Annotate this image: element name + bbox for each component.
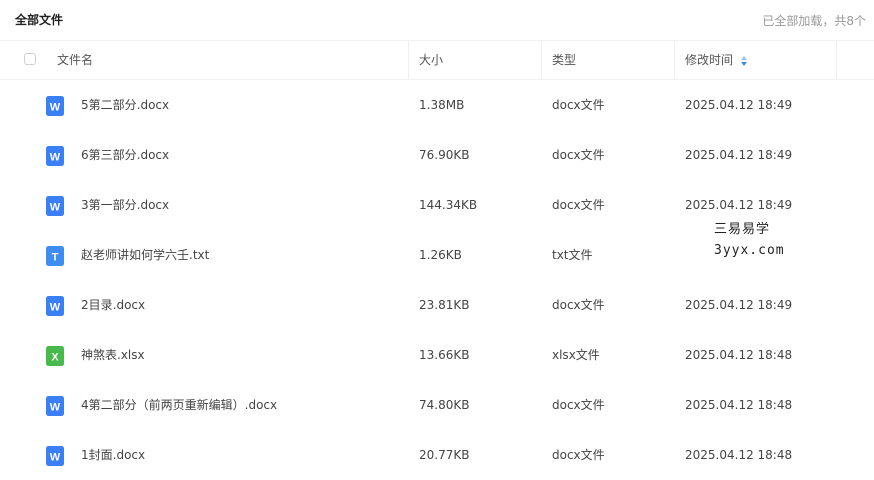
file-row[interactable]: W 2目录.docx 23.81KB docx文件 2025.04.12 18:… bbox=[0, 280, 874, 330]
file-size: 76.90KB bbox=[419, 148, 470, 162]
column-divider[interactable] bbox=[674, 41, 675, 79]
file-row[interactable]: W 5第二部分.docx 1.38MB docx文件 2025.04.12 18… bbox=[0, 80, 874, 130]
toolbar: 全部文件 已全部加载，共8个 bbox=[0, 0, 874, 40]
file-name[interactable]: 赵老师讲如何学六壬.txt bbox=[81, 230, 209, 280]
file-type: txt文件 bbox=[552, 248, 593, 262]
file-type: docx文件 bbox=[552, 298, 605, 312]
file-name[interactable]: 3第一部分.docx bbox=[81, 180, 169, 230]
file-size: 144.34KB bbox=[419, 198, 478, 212]
file-name[interactable]: 6第三部分.docx bbox=[81, 130, 169, 180]
file-list: W 5第二部分.docx 1.38MB docx文件 2025.04.12 18… bbox=[0, 80, 874, 480]
sort-icon[interactable] bbox=[741, 56, 747, 66]
watermark-line: 3yyx.com bbox=[714, 243, 785, 258]
svg-text:W: W bbox=[50, 302, 61, 314]
select-all-checkbox[interactable] bbox=[24, 53, 36, 65]
word-doc-icon: W bbox=[46, 446, 64, 466]
word-doc-icon: W bbox=[46, 196, 64, 216]
file-name[interactable]: 1封面.docx bbox=[81, 430, 145, 480]
file-modified-time: 2025.04.12 18:49 bbox=[685, 98, 793, 112]
svg-text:W: W bbox=[50, 402, 61, 414]
file-size: 23.81KB bbox=[419, 298, 470, 312]
file-list-header: 文件名 大小 类型 修改时间 bbox=[0, 40, 874, 80]
word-doc-icon: W bbox=[46, 396, 64, 416]
file-modified-time: 2025.04.12 18:48 bbox=[685, 448, 793, 462]
word-doc-icon: W bbox=[46, 296, 64, 316]
file-size: 20.77KB bbox=[419, 448, 470, 462]
column-header-size[interactable]: 大小 bbox=[419, 41, 443, 79]
file-size: 1.38MB bbox=[419, 98, 465, 112]
file-modified-time: 2025.04.12 18:49 bbox=[685, 148, 793, 162]
svg-text:W: W bbox=[50, 152, 61, 164]
column-header-name[interactable]: 文件名 bbox=[57, 41, 93, 79]
column-header-time[interactable]: 修改时间 bbox=[685, 41, 733, 79]
svg-text:W: W bbox=[50, 102, 61, 114]
svg-text:T: T bbox=[52, 252, 59, 264]
page-title: 全部文件 bbox=[15, 13, 64, 27]
file-size: 74.80KB bbox=[419, 398, 470, 412]
column-divider bbox=[836, 41, 837, 79]
file-type: docx文件 bbox=[552, 148, 605, 162]
column-divider[interactable] bbox=[408, 41, 409, 79]
file-name[interactable]: 4第二部分（前两页重新编辑）.docx bbox=[81, 380, 277, 430]
file-modified-time: 2025.04.12 18:48 bbox=[685, 348, 793, 362]
word-doc-icon: W bbox=[46, 96, 64, 116]
file-modified-time: 2025.04.12 18:49 bbox=[685, 298, 793, 312]
watermark: 三易易学 3yyx.com bbox=[712, 219, 787, 261]
file-row[interactable]: W 4第二部分（前两页重新编辑）.docx 74.80KB docx文件 202… bbox=[0, 380, 874, 430]
file-type: docx文件 bbox=[552, 448, 605, 462]
file-name[interactable]: 5第二部分.docx bbox=[81, 80, 169, 130]
file-type: xlsx文件 bbox=[552, 348, 600, 362]
watermark-line: 三易易学 bbox=[714, 222, 771, 237]
file-row[interactable]: X 神煞表.xlsx 13.66KB xlsx文件 2025.04.12 18:… bbox=[0, 330, 874, 380]
text-file-icon: T bbox=[46, 246, 64, 266]
excel-sheet-icon: X bbox=[46, 346, 64, 366]
file-size: 1.26KB bbox=[419, 248, 462, 262]
file-type: docx文件 bbox=[552, 98, 605, 112]
load-status-text: 已全部加载，共8个 bbox=[762, 14, 866, 28]
svg-text:W: W bbox=[50, 202, 61, 214]
file-type: docx文件 bbox=[552, 398, 605, 412]
svg-text:W: W bbox=[50, 452, 61, 464]
word-doc-icon: W bbox=[46, 146, 64, 166]
file-row[interactable]: W 6第三部分.docx 76.90KB docx文件 2025.04.12 1… bbox=[0, 130, 874, 180]
file-size: 13.66KB bbox=[419, 348, 470, 362]
file-name[interactable]: 2目录.docx bbox=[81, 280, 145, 330]
svg-text:X: X bbox=[51, 352, 59, 364]
file-modified-time: 2025.04.12 18:48 bbox=[685, 398, 793, 412]
file-type: docx文件 bbox=[552, 198, 605, 212]
file-name[interactable]: 神煞表.xlsx bbox=[81, 330, 145, 380]
column-header-type[interactable]: 类型 bbox=[552, 41, 576, 79]
column-divider[interactable] bbox=[541, 41, 542, 79]
file-row[interactable]: W 1封面.docx 20.77KB docx文件 2025.04.12 18:… bbox=[0, 430, 874, 480]
